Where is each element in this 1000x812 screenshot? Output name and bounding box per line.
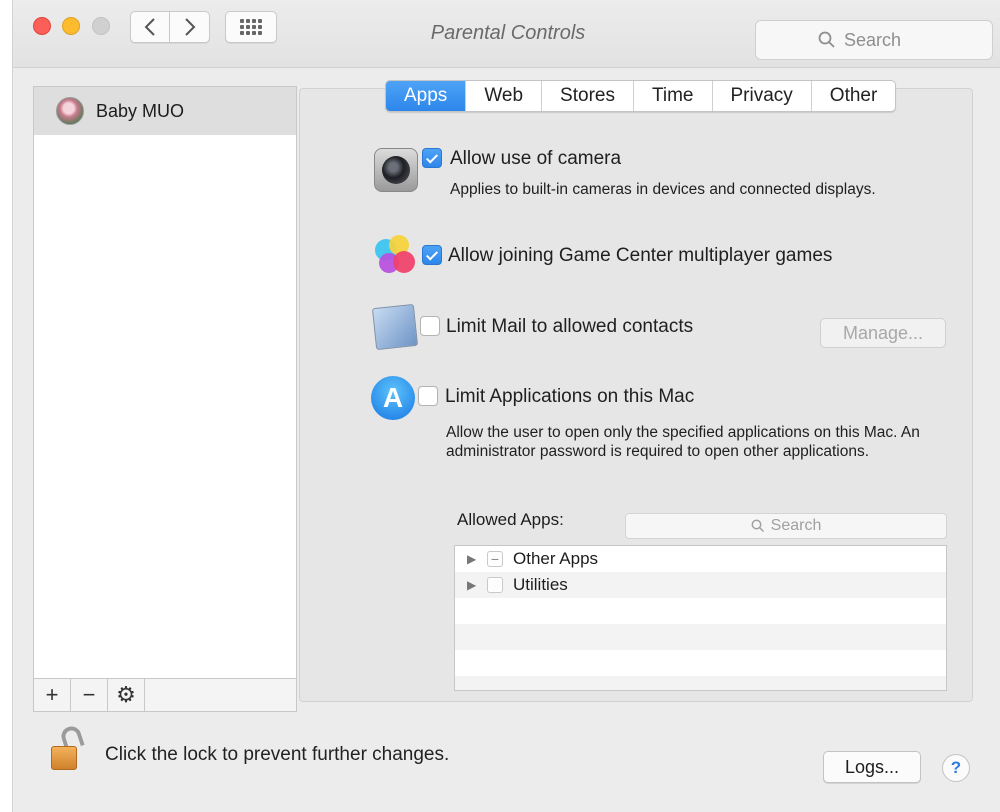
list-item	[455, 598, 946, 624]
logs-button[interactable]: Logs...	[823, 751, 921, 783]
list-item	[455, 650, 946, 676]
chevron-right-icon	[184, 18, 195, 36]
user-row-baby-muo[interactable]: Baby MUO	[34, 87, 296, 135]
allow-camera-label: Allow use of camera	[450, 148, 622, 169]
tab-time[interactable]: Time	[634, 81, 713, 111]
allowed-apps-search[interactable]: Search	[625, 513, 947, 539]
applications-description: Allow the user to open only the specifie…	[446, 424, 920, 460]
limit-mail-label: Limit Mail to allowed contacts	[446, 316, 694, 337]
list-item	[455, 624, 946, 650]
tab-privacy[interactable]: Privacy	[713, 81, 812, 111]
window-title: Parental Controls	[430, 22, 586, 44]
disclosure-triangle-icon[interactable]: ▶	[467, 552, 477, 566]
allow-game-center-checkbox[interactable]	[422, 245, 442, 265]
lock-status-text: Click the lock to prevent further change…	[105, 744, 450, 765]
limit-applications-checkbox[interactable]	[418, 386, 438, 406]
tab-bar: Apps Web Stores Time Privacy Other	[385, 80, 897, 112]
allow-game-center-label: Allow joining Game Center multiplayer ga…	[448, 245, 833, 266]
tab-stores[interactable]: Stores	[542, 81, 634, 111]
allowed-apps-list: ▶ − Other Apps ▶ Utilities	[454, 545, 947, 691]
chevron-left-icon	[144, 18, 155, 36]
list-item[interactable]: ▶ − Other Apps	[455, 546, 946, 572]
game-center-icon	[373, 233, 417, 277]
camera-icon	[374, 148, 418, 192]
tab-apps[interactable]: Apps	[386, 81, 467, 111]
minimize-window-button[interactable]	[62, 17, 80, 35]
disclosure-triangle-icon[interactable]: ▶	[467, 578, 477, 592]
add-user-button[interactable]: +	[34, 679, 71, 711]
camera-description: Applies to built-in cameras in devices a…	[450, 181, 876, 198]
forward-button[interactable]	[170, 11, 210, 43]
parental-controls-window: Parental Controls Search Baby MUO + − ⚙ …	[12, 0, 1000, 812]
title-bar: Parental Controls Search	[13, 0, 1000, 68]
limit-applications-label: Limit Applications on this Mac	[445, 386, 695, 407]
limit-mail-checkbox[interactable]	[420, 316, 440, 336]
utilities-checkbox[interactable]	[487, 577, 503, 593]
app-group-name: Utilities	[513, 575, 568, 594]
user-list: Baby MUO	[33, 86, 297, 686]
tab-web[interactable]: Web	[466, 81, 543, 111]
list-item[interactable]: ▶ Utilities	[455, 572, 946, 598]
app-group-name: Other Apps	[513, 549, 599, 568]
search-field[interactable]: Search	[755, 20, 993, 60]
list-item	[455, 676, 946, 690]
user-list-toolbar: + − ⚙	[33, 678, 297, 712]
grid-icon	[240, 19, 262, 35]
search-placeholder: Search	[844, 29, 902, 50]
zoom-window-button[interactable]	[92, 17, 110, 35]
user-name: Baby MUO	[96, 100, 185, 121]
show-all-button[interactable]	[225, 11, 277, 43]
app-store-icon: A	[371, 376, 415, 420]
back-button[interactable]	[130, 11, 170, 43]
help-button[interactable]: ?	[942, 754, 970, 782]
lock-icon[interactable]	[51, 723, 85, 772]
allow-camera-checkbox[interactable]	[422, 148, 442, 168]
search-icon	[818, 31, 835, 48]
tab-other[interactable]: Other	[812, 81, 896, 111]
mail-icon	[371, 303, 419, 351]
search-icon	[751, 519, 764, 533]
close-window-button[interactable]	[33, 17, 51, 35]
allowed-apps-search-placeholder: Search	[770, 517, 822, 534]
other-apps-checkbox[interactable]: −	[487, 551, 503, 567]
allowed-apps-label: Allowed Apps:	[457, 510, 564, 529]
manage-contacts-button[interactable]: Manage...	[820, 318, 946, 348]
gear-icon[interactable]: ⚙	[108, 679, 145, 711]
remove-user-button[interactable]: −	[71, 679, 108, 711]
avatar	[56, 97, 84, 125]
